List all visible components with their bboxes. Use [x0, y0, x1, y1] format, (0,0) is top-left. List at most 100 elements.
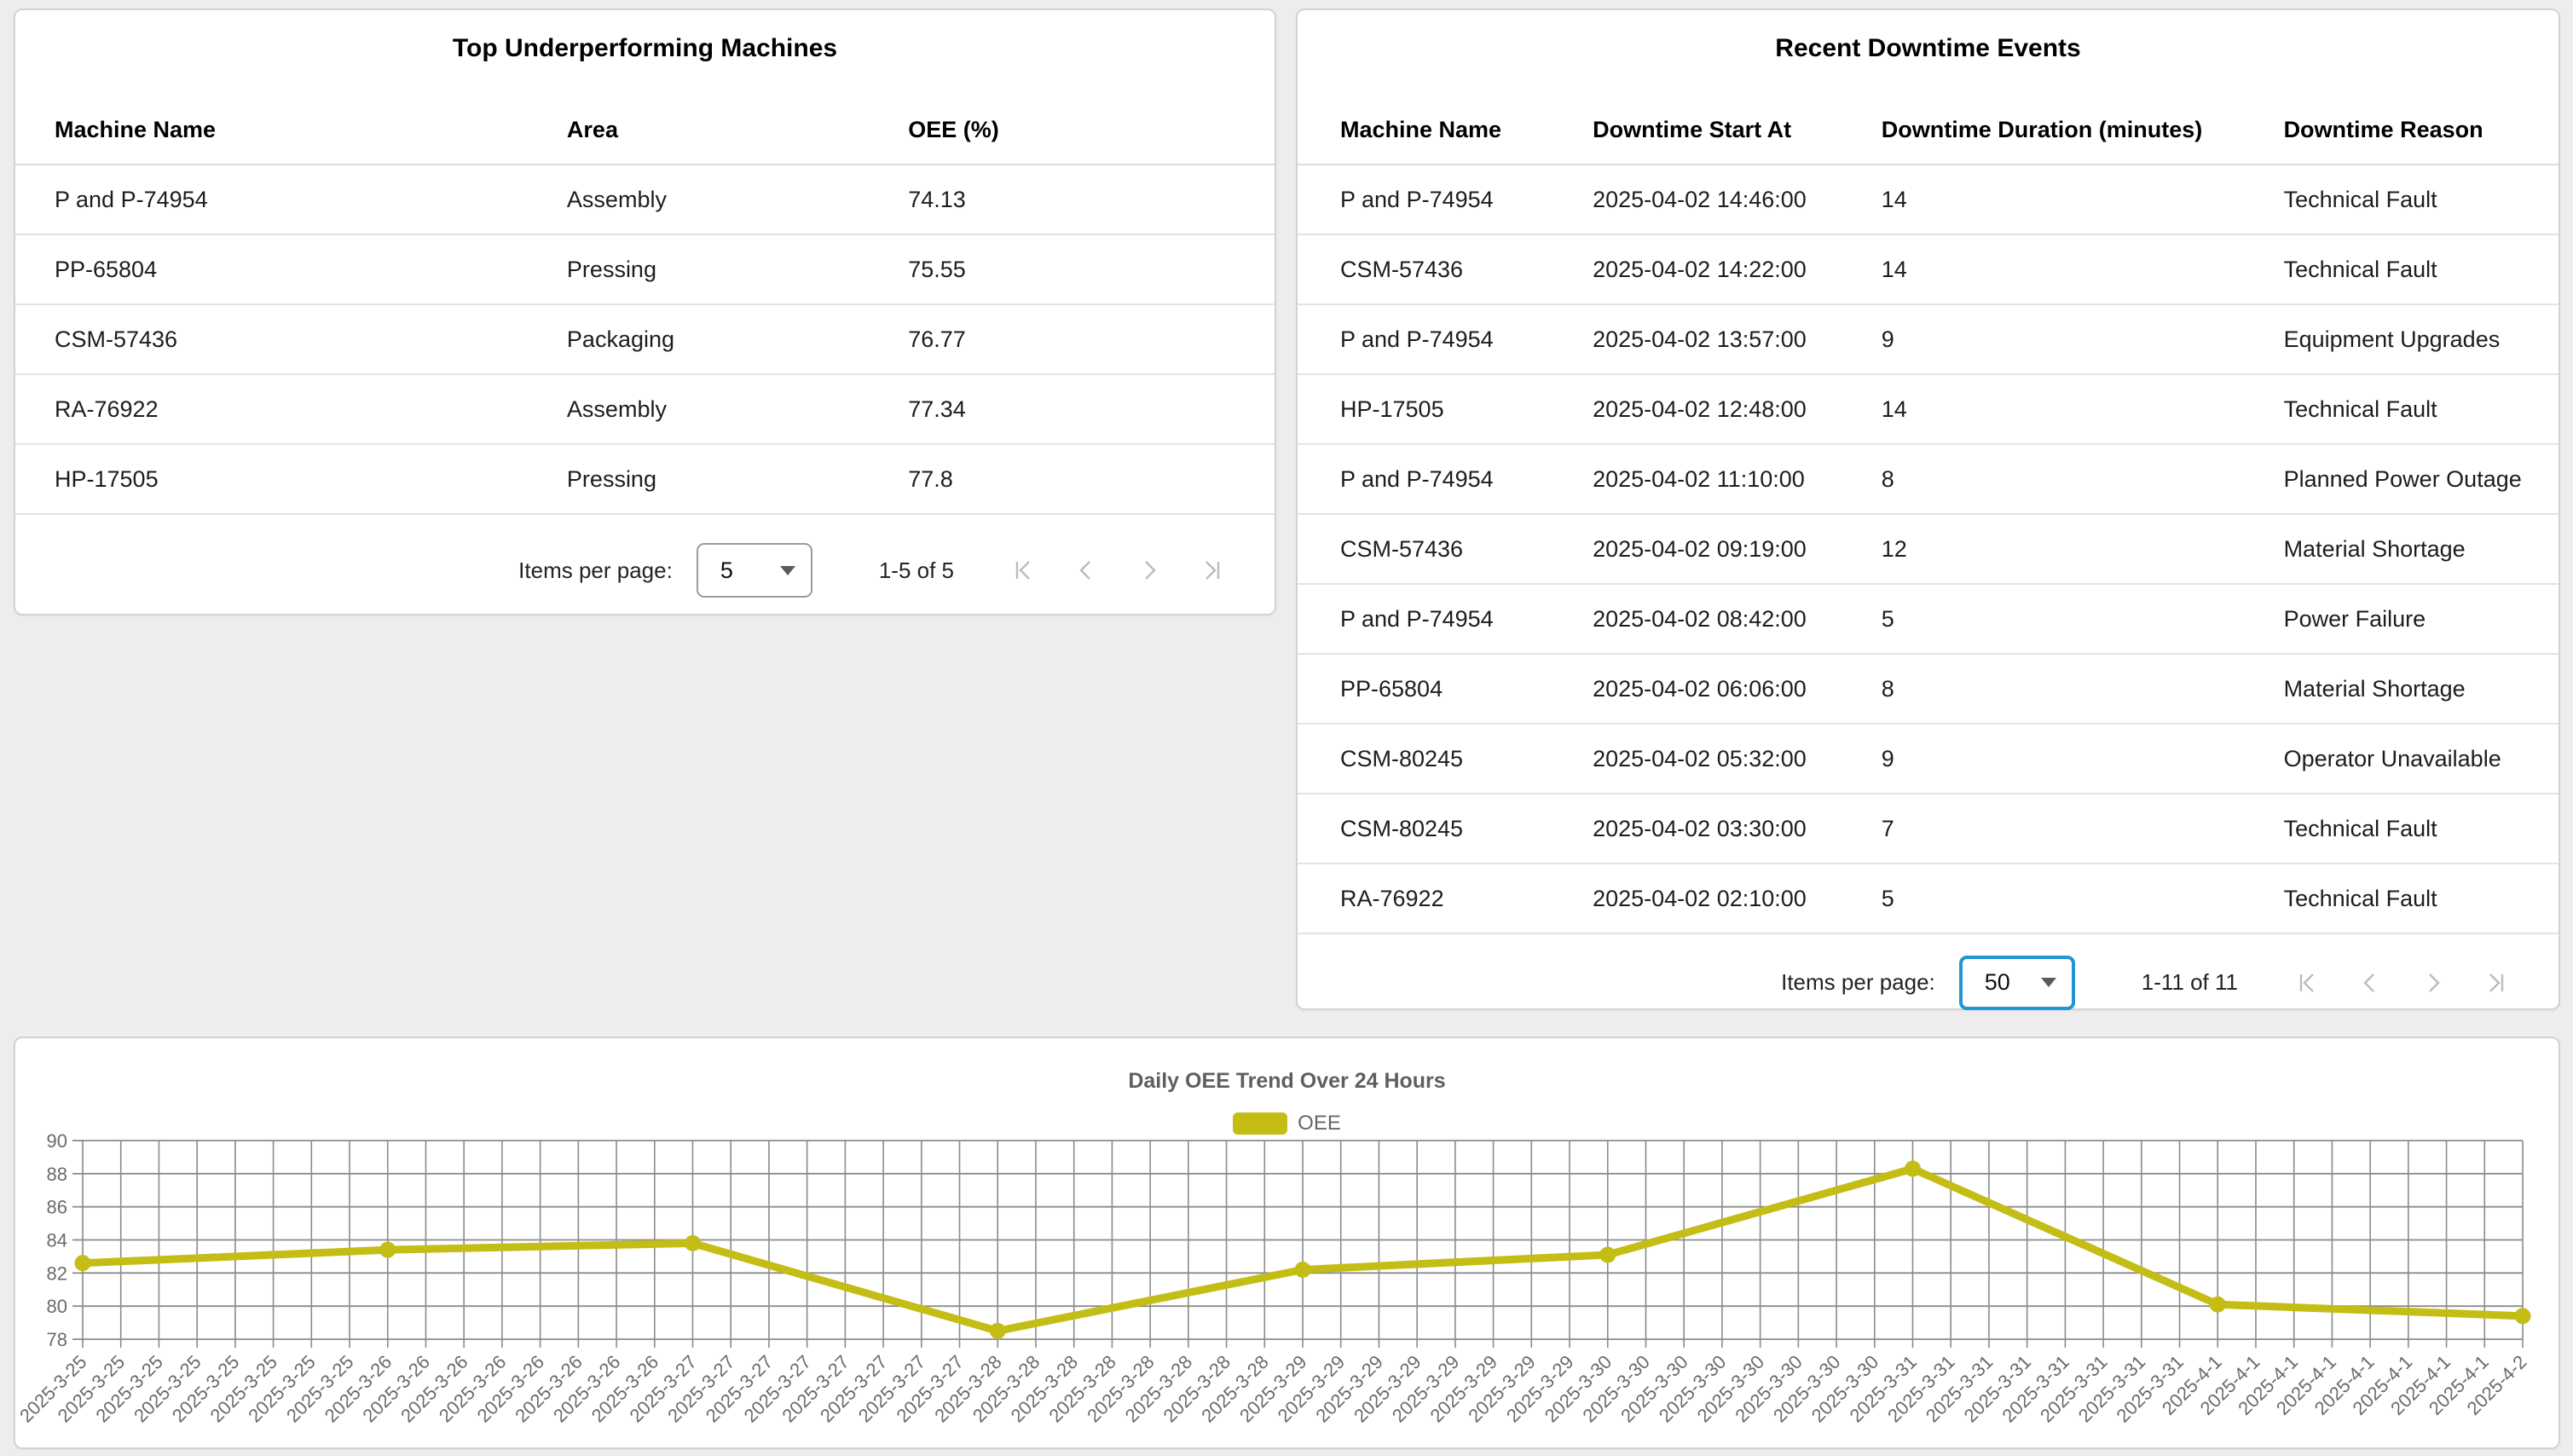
cell: 77.34 — [908, 374, 1275, 444]
legend-item-oee[interactable]: OEE — [15, 1112, 2559, 1135]
table-row: P and P-749542025-04-02 13:57:009Equipme… — [1298, 304, 2559, 374]
next-page-button[interactable] — [2419, 968, 2448, 997]
card-title: Top Underperforming Machines — [15, 10, 1275, 66]
cell: Equipment Upgrades — [2284, 304, 2559, 374]
previous-page-button[interactable] — [1072, 556, 1101, 585]
column-header: Downtime Start At — [1593, 95, 1882, 165]
chart-title: Daily OEE Trend Over 24 Hours — [15, 1069, 2559, 1094]
last-page-button[interactable] — [2482, 968, 2511, 997]
cell: Technical Fault — [2284, 234, 2559, 304]
cell: 2025-04-02 02:10:00 — [1593, 864, 1882, 933]
range-label: 1-11 of 11 — [2142, 969, 2238, 996]
data-point-marker — [990, 1323, 1006, 1339]
paginator: Items per page: 5 1-5 of 5 — [15, 515, 1275, 626]
cell: 14 — [1882, 234, 2284, 304]
items-per-page-label: Items per page: — [518, 558, 673, 584]
cell: 9 — [1882, 724, 2284, 794]
paginator: Items per page: 50 1-11 of 11 — [1298, 934, 2559, 1031]
table-row: HP-17505Pressing77.8 — [15, 444, 1275, 514]
cell: 5 — [1882, 584, 2284, 654]
y-axis-label: 82 — [47, 1262, 67, 1284]
cell: Technical Fault — [2284, 165, 2559, 234]
cell: 2025-04-02 09:19:00 — [1593, 514, 1882, 584]
data-point-marker — [2210, 1297, 2226, 1313]
page-size-value: 5 — [720, 558, 733, 584]
column-header: OEE (%) — [908, 95, 1275, 165]
data-point-marker — [2515, 1308, 2531, 1324]
pager-buttons — [2293, 968, 2511, 997]
y-axis-label: 80 — [47, 1296, 67, 1317]
cell: 2025-04-02 06:06:00 — [1593, 654, 1882, 724]
cell: 8 — [1882, 654, 2284, 724]
cell: P and P-74954 — [15, 165, 567, 234]
cell: 14 — [1882, 374, 2284, 444]
first-page-button[interactable] — [1009, 556, 1038, 585]
cell: 5 — [1882, 864, 2284, 933]
table-row: HP-175052025-04-02 12:48:0014Technical F… — [1298, 374, 2559, 444]
cell: Pressing — [567, 234, 908, 304]
page-size-select[interactable]: 50 — [1959, 956, 2075, 1010]
last-page-button[interactable] — [1198, 556, 1227, 585]
data-point-marker — [75, 1255, 91, 1271]
cell: 2025-04-02 08:42:00 — [1593, 584, 1882, 654]
cell: RA-76922 — [1298, 864, 1593, 933]
cell: Planned Power Outage — [2284, 444, 2559, 514]
table-row: PP-65804Pressing75.55 — [15, 234, 1275, 304]
items-per-page-label: Items per page: — [1781, 969, 1935, 996]
cell: Assembly — [567, 165, 908, 234]
y-axis-label: 88 — [47, 1164, 67, 1185]
range-label: 1-5 of 5 — [879, 558, 954, 584]
cell: Pressing — [567, 444, 908, 514]
chevron-down-icon — [2041, 978, 2056, 987]
first-page-icon — [1009, 556, 1038, 585]
cell: CSM-57436 — [1298, 514, 1593, 584]
cell: 8 — [1882, 444, 2284, 514]
table-row: PP-658042025-04-02 06:06:008Material Sho… — [1298, 654, 2559, 724]
cell: PP-65804 — [1298, 654, 1593, 724]
first-page-button[interactable] — [2293, 968, 2321, 997]
y-axis-label: 86 — [47, 1197, 67, 1218]
table-row: RA-769222025-04-02 02:10:005Technical Fa… — [1298, 864, 2559, 933]
underperforming-machines-card: Top Underperforming Machines Machine Nam… — [14, 9, 1276, 615]
table-header: Machine NameAreaOEE (%) — [15, 95, 1275, 165]
table-row: CSM-574362025-04-02 09:19:0012Material S… — [1298, 514, 2559, 584]
oee-line-chart[interactable]: 2025-3-252025-3-252025-3-252025-3-252025… — [15, 1038, 2562, 1451]
next-page-button[interactable] — [1135, 556, 1164, 585]
cell: HP-17505 — [1298, 374, 1593, 444]
cell: Material Shortage — [2284, 654, 2559, 724]
cell: Packaging — [567, 304, 908, 374]
previous-page-button[interactable] — [2356, 968, 2385, 997]
cell: 9 — [1882, 304, 2284, 374]
y-axis-label: 78 — [47, 1329, 67, 1350]
column-header: Machine Name — [1298, 95, 1593, 165]
cell: Power Failure — [2284, 584, 2559, 654]
cell: 2025-04-02 13:57:00 — [1593, 304, 1882, 374]
underperforming-machines-table: Machine NameAreaOEE (%) P and P-74954Ass… — [15, 95, 1275, 515]
table-row: P and P-74954Assembly74.13 — [15, 165, 1275, 234]
column-header: Downtime Duration (minutes) — [1882, 95, 2284, 165]
cell: 14 — [1882, 165, 2284, 234]
next-page-icon — [1135, 556, 1164, 585]
card-title: Recent Downtime Events — [1298, 10, 2559, 66]
cell: P and P-74954 — [1298, 444, 1593, 514]
cell: 2025-04-02 03:30:00 — [1593, 794, 1882, 864]
table-row: RA-76922Assembly77.34 — [15, 374, 1275, 444]
next-page-icon — [2419, 968, 2448, 997]
page-size-select[interactable]: 5 — [697, 543, 812, 598]
cell: Assembly — [567, 374, 908, 444]
data-point-marker — [685, 1235, 701, 1251]
chevron-down-icon — [780, 566, 795, 575]
y-axis-label: 84 — [47, 1230, 67, 1251]
cell: Technical Fault — [2284, 864, 2559, 933]
cell: 12 — [1882, 514, 2284, 584]
cell: 75.55 — [908, 234, 1275, 304]
table-header: Machine NameDowntime Start AtDowntime Du… — [1298, 95, 2559, 165]
last-page-icon — [1198, 556, 1227, 585]
data-point-marker — [1905, 1161, 1921, 1177]
table-row: CSM-802452025-04-02 05:32:009Operator Un… — [1298, 724, 2559, 794]
cell: RA-76922 — [15, 374, 567, 444]
legend-swatch — [1233, 1112, 1287, 1135]
cell: 74.13 — [908, 165, 1275, 234]
cell: Technical Fault — [2284, 794, 2559, 864]
first-page-icon — [2293, 968, 2321, 997]
